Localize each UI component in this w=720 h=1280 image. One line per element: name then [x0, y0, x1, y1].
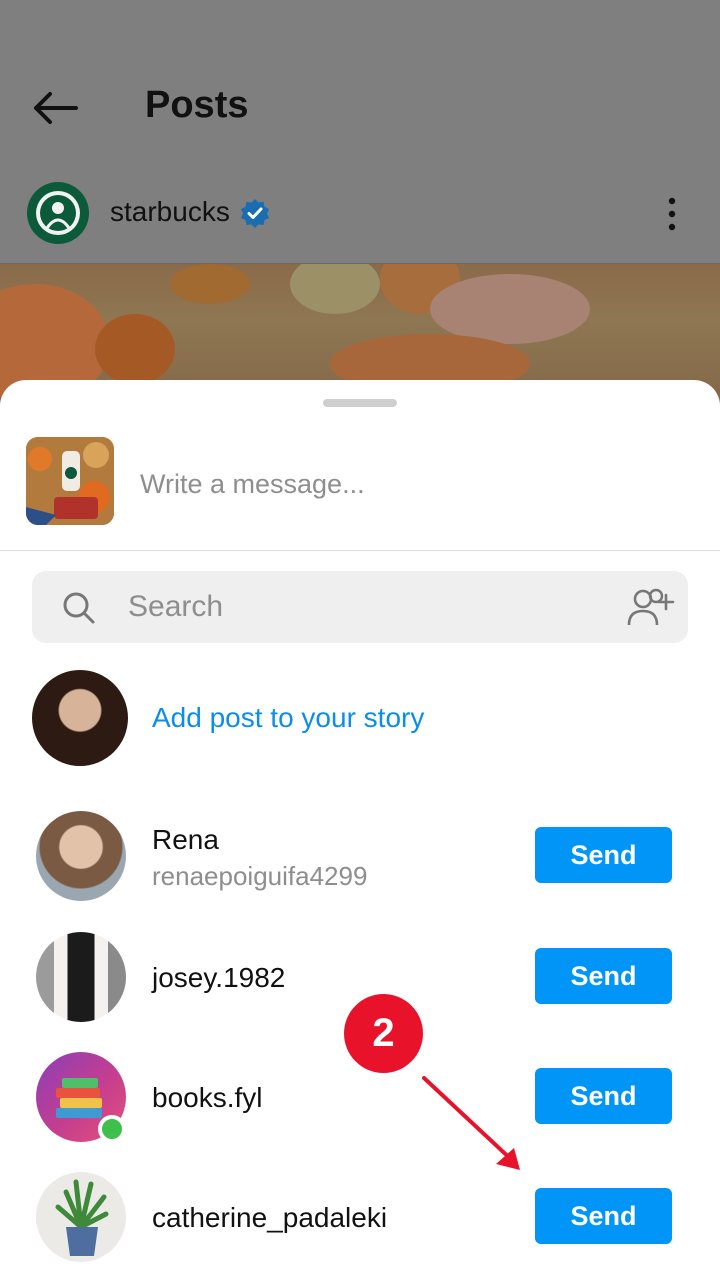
annotation-arrow-icon: [422, 1076, 520, 1170]
send-button[interactable]: Send: [535, 1188, 672, 1244]
add-to-story-label[interactable]: Add post to your story: [152, 702, 424, 734]
list-item: catherine_padaleki Send: [0, 1172, 720, 1272]
more-options-icon[interactable]: [660, 196, 684, 232]
account-name[interactable]: starbucks: [110, 196, 230, 228]
divider: [0, 550, 720, 551]
send-button[interactable]: Send: [535, 1068, 672, 1124]
siren-logo-icon: [28, 183, 88, 243]
add-people-icon[interactable]: [626, 587, 676, 627]
avatar: [36, 932, 126, 1022]
list-item: Rena renaepoiguifa4299 Send: [0, 811, 720, 911]
avatar: [36, 1172, 126, 1262]
search-input[interactable]: [128, 587, 598, 627]
search-icon: [63, 592, 95, 624]
add-to-story-row[interactable]: Add post to your story: [0, 670, 720, 770]
back-arrow-icon[interactable]: [30, 88, 80, 128]
step-number-badge: 2: [344, 994, 423, 1073]
page-title: Posts: [145, 84, 249, 126]
list-item: books.fyl Send: [0, 1052, 720, 1152]
background-post-view: Posts starbucks: [0, 0, 720, 404]
top-bar: Posts: [0, 60, 720, 150]
post-thumbnail: [26, 437, 114, 525]
starbucks-logo-avatar[interactable]: [27, 182, 89, 244]
send-button[interactable]: Send: [535, 948, 672, 1004]
post-header: starbucks: [0, 170, 720, 264]
message-input[interactable]: [140, 464, 680, 504]
search-bar[interactable]: [32, 571, 688, 643]
verified-badge-icon: [241, 199, 269, 228]
post-thumbnail-image: [26, 437, 114, 525]
avatar: [36, 811, 126, 901]
contact-name: catherine_padaleki: [152, 1202, 388, 1233]
send-button[interactable]: Send: [535, 827, 672, 883]
plant-photo: [55, 1179, 109, 1256]
share-bottom-sheet: Add post to your story Rena renaepoiguif…: [0, 380, 720, 1280]
online-status-indicator: [98, 1115, 126, 1143]
drag-handle[interactable]: [323, 399, 397, 407]
contact-name: josey.1982: [152, 962, 286, 993]
contact-name: Rena: [152, 824, 219, 855]
own-profile-avatar: [32, 670, 128, 766]
contact-name: books.fyl: [152, 1082, 263, 1113]
contact-username: renaepoiguifa4299: [152, 861, 368, 891]
